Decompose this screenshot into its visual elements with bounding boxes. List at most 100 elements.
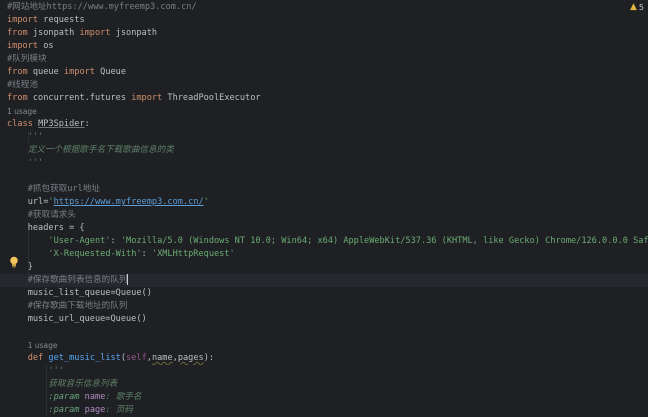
- lightbulb-icon[interactable]: [9, 256, 19, 268]
- code-token: ''': [27, 132, 44, 142]
- code-line[interactable]: #保存歌曲列表信息的队列: [0, 274, 648, 287]
- code-line[interactable]: #线程池: [0, 79, 648, 92]
- code-editor[interactable]: #网站地址https://www.myfreemp3.com.cn/import…: [0, 0, 648, 416]
- code-token: from: [7, 67, 28, 77]
- code-token: import: [7, 15, 39, 25]
- code-line[interactable]: #网站地址https://www.myfreemp3.com.cn/: [0, 1, 648, 14]
- code-line[interactable]: class MP3Spider:: [0, 118, 648, 131]
- code-token: :: [141, 249, 152, 259]
- code-token: import: [7, 41, 39, 51]
- code-token: import: [79, 28, 111, 38]
- usage-hint[interactable]: 1 usage: [28, 341, 58, 350]
- usage-hint[interactable]: 1 usage: [7, 107, 37, 116]
- code-line[interactable]: import os: [0, 40, 648, 53]
- code-line[interactable]: from queue import Queue: [0, 66, 648, 79]
- code-line[interactable]: ''': [0, 157, 648, 170]
- warning-count: 5: [638, 2, 644, 12]
- code-line[interactable]: 'User-Agent': 'Mozilla/5.0 (Windows NT 1…: [0, 235, 648, 248]
- code-token: jsonpath: [27, 28, 80, 38]
- code-token: #保存歌曲列表信息的队列: [27, 275, 128, 285]
- code-token: :param: [48, 405, 80, 415]
- warning-icon: ▲: [629, 2, 637, 12]
- code-line[interactable]: 1 usage: [0, 105, 648, 118]
- code-token: ''': [48, 366, 64, 376]
- code-token: :: [84, 119, 90, 129]
- code-token: ):: [203, 353, 215, 363]
- code-token: ''': [27, 158, 44, 168]
- code-line[interactable]: music_url_queue=Queue(): [0, 313, 648, 326]
- code-token: concurrent.futures: [27, 93, 132, 103]
- code-line[interactable]: 获取音乐信息列表: [0, 378, 648, 391]
- code-token: import: [131, 93, 163, 103]
- code-token: #保存歌曲下载地址的队列: [27, 301, 128, 311]
- code-line[interactable]: [0, 326, 648, 339]
- code-line[interactable]: ''': [0, 365, 648, 378]
- code-token: get_music_list: [48, 353, 121, 363]
- code-token: ThreadPoolExecutor: [162, 93, 261, 103]
- code-line[interactable]: #获取请求头: [0, 209, 648, 222]
- code-token: #网站地址https://www.myfreemp3.com.cn/: [7, 2, 197, 12]
- code-token: queue: [27, 67, 64, 77]
- code-token: :param: [48, 392, 80, 402]
- code-token: : 页码: [105, 405, 133, 415]
- code-line[interactable]: def get_music_list(self,name,pages):: [0, 352, 648, 365]
- code-token: name: [151, 353, 173, 363]
- code-line[interactable]: headers = {: [0, 222, 648, 235]
- code-token: 'Mozilla/5.0 (Windows NT 10.0; Win64; x6…: [120, 236, 648, 246]
- code-line[interactable]: 'X-Requested-With': 'XMLHttpRequest': [0, 248, 648, 261]
- code-line[interactable]: #队列模块: [0, 53, 648, 66]
- code-token: headers = {: [7, 223, 85, 233]
- code-token: import: [63, 67, 95, 77]
- code-token: #线程池: [7, 80, 38, 90]
- code-token: 定义一个根据歌手名下载歌曲信息的类: [27, 145, 174, 155]
- code-line[interactable]: #保存歌曲下载地址的队列: [0, 300, 648, 313]
- code-line[interactable]: #抓包获取url地址: [0, 183, 648, 196]
- code-token: def: [27, 353, 44, 363]
- code-token: Queue: [94, 67, 127, 77]
- code-line[interactable]: music_list_queue=Queue(): [0, 287, 648, 300]
- code-line[interactable]: 1 usage: [0, 339, 648, 352]
- code-token: #获取请求头: [27, 210, 76, 220]
- code-token: os: [38, 41, 54, 51]
- code-token: #队列模块: [7, 54, 47, 64]
- code-line[interactable]: :param page: 页码: [0, 404, 648, 417]
- code-line[interactable]: [0, 170, 648, 183]
- code-line[interactable]: }: [0, 261, 648, 274]
- code-token: pages: [177, 353, 204, 363]
- code-token: https://www.myfreemp3.com.cn/: [53, 197, 204, 207]
- code-line[interactable]: import requests: [0, 14, 648, 27]
- code-token: from: [7, 93, 28, 103]
- code-token: page: [84, 405, 106, 415]
- code-line[interactable]: ''': [0, 131, 648, 144]
- code-token: music_list_queue=Queue(): [7, 288, 152, 298]
- code-token: from: [7, 28, 28, 38]
- code-token: name: [84, 392, 106, 402]
- code-line[interactable]: from concurrent.futures import ThreadPoo…: [0, 92, 648, 105]
- text-caret: [127, 274, 129, 285]
- code-token: 'XMLHttpRequest': [151, 249, 235, 259]
- code-token: 'X-Requested-With': [48, 249, 142, 259]
- inspection-widget[interactable]: ▲ 5: [630, 2, 644, 12]
- code-token: 'User-Agent': [48, 236, 111, 246]
- code-line[interactable]: url='https://www.myfreemp3.com.cn/': [0, 196, 648, 209]
- code-line[interactable]: :param name: 歌手名: [0, 391, 648, 404]
- code-token: requests: [38, 15, 85, 25]
- code-token: class: [7, 119, 33, 129]
- code-line[interactable]: from jsonpath import jsonpath: [0, 27, 648, 40]
- code-line[interactable]: 定义一个根据歌手名下载歌曲信息的类: [0, 144, 648, 157]
- code-token: MP3Spider: [38, 119, 85, 129]
